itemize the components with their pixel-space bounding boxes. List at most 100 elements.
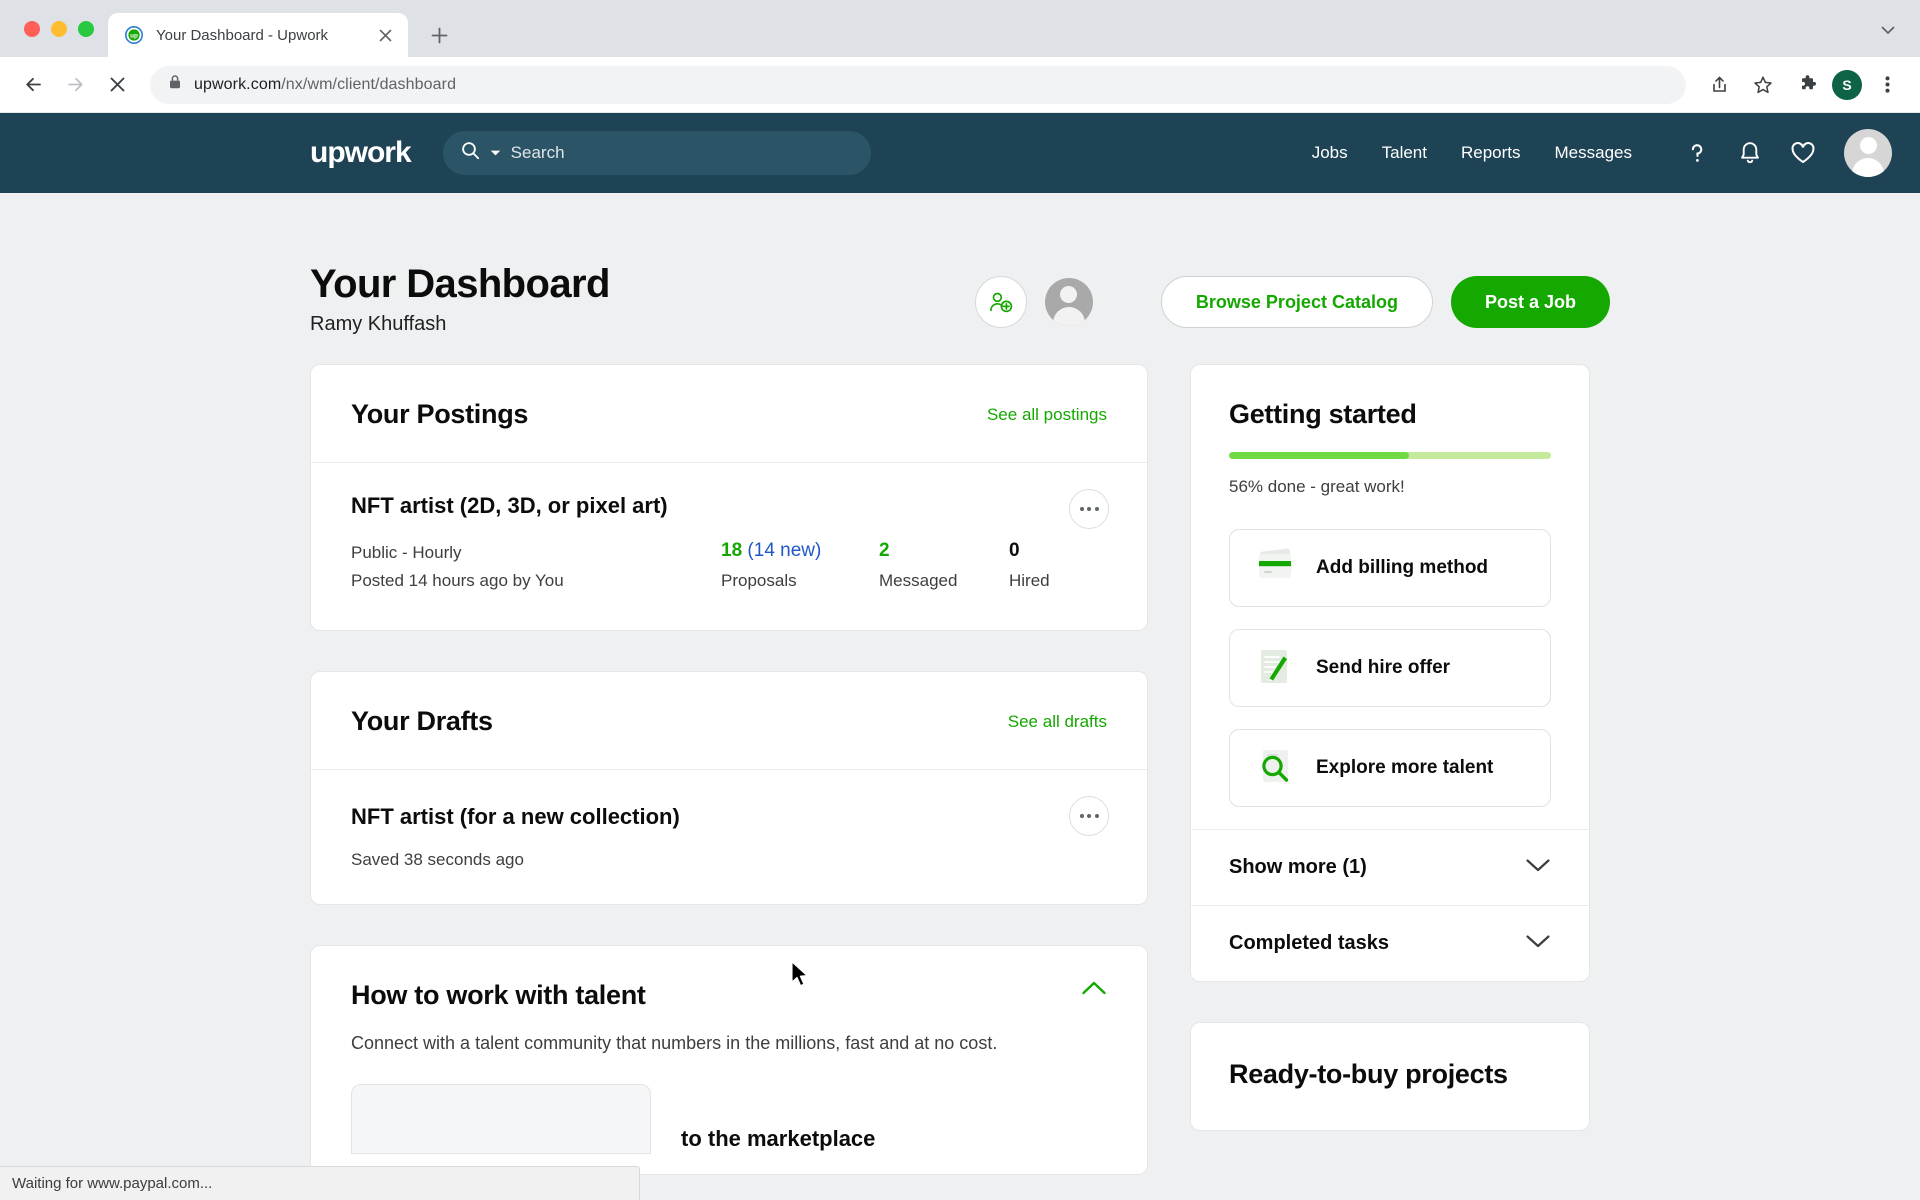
chevron-up-icon[interactable] xyxy=(1081,980,1107,1001)
nav-link-messages[interactable]: Messages xyxy=(1555,143,1632,163)
posting-body: Public - Hourly Posted 14 hours ago by Y… xyxy=(351,539,1107,594)
new-tab-button[interactable] xyxy=(422,18,456,52)
address-bar[interactable]: upwork.com/nx/wm/client/dashboard xyxy=(150,65,1686,104)
primary-nav-links: Jobs Talent Reports Messages xyxy=(1312,143,1632,163)
avatar[interactable] xyxy=(1044,278,1093,326)
posting-meta: Public - Hourly Posted 14 hours ago by Y… xyxy=(351,539,721,594)
minimize-window-button[interactable] xyxy=(51,20,67,37)
search-icon xyxy=(461,141,480,165)
stat-proposals[interactable]: 18 (14 new) Proposals xyxy=(721,539,879,591)
stat-proposals-label: Proposals xyxy=(721,570,797,590)
maximize-window-button[interactable] xyxy=(78,20,94,37)
task-add-billing-method[interactable]: Add billing method xyxy=(1229,529,1551,607)
posting-meta-posted: Posted 14 hours ago by You xyxy=(351,570,564,590)
your-drafts-header: Your Drafts See all drafts xyxy=(311,672,1147,771)
window-traffic-lights xyxy=(14,0,108,57)
see-all-postings-link[interactable]: See all postings xyxy=(987,405,1107,425)
task-send-hire-offer[interactable]: Send hire offer xyxy=(1229,629,1551,707)
kebab-menu-icon[interactable] xyxy=(1069,796,1109,837)
stat-hired-value: 0 xyxy=(1009,539,1050,563)
search-placeholder: Search xyxy=(510,143,565,162)
completed-tasks-row[interactable]: Completed tasks xyxy=(1191,905,1589,981)
magnifier-talent-icon xyxy=(1248,742,1306,794)
completed-tasks-label: Completed tasks xyxy=(1229,932,1390,954)
stat-proposals-new: (14 new) xyxy=(747,540,822,561)
stat-proposals-count: 18 xyxy=(721,540,743,561)
draft-row[interactable]: NFT artist (for a new collection) Saved … xyxy=(311,770,1147,904)
progress-bar-fill xyxy=(1229,452,1410,459)
browser-chrome: up Your Dashboard - Upwork upwork.com/nx… xyxy=(0,0,1920,113)
stat-messaged-value: 2 xyxy=(879,539,1009,563)
star-icon[interactable] xyxy=(1744,66,1782,104)
upwork-logo[interactable]: upwork xyxy=(310,136,412,170)
ready-to-buy-title: Ready-to-buy projects xyxy=(1229,1059,1508,1089)
offer-document-pen-icon xyxy=(1248,642,1306,694)
your-postings-title: Your Postings xyxy=(351,399,529,429)
upwork-navbar: upwork Search Jobs Talent Reports Messag… xyxy=(0,113,1920,193)
dashboard-header: Your Dashboard Ramy Khuffash Browse Proj… xyxy=(310,193,1610,364)
howto-header[interactable]: How to work with talent xyxy=(351,980,1107,1011)
header-actions: Browse Project Catalog Post a Job xyxy=(974,276,1610,336)
browse-project-catalog-button[interactable]: Browse Project Catalog xyxy=(1160,276,1433,328)
invite-person-icon[interactable] xyxy=(974,276,1027,328)
stat-hired-count: 0 xyxy=(1009,540,1020,561)
browser-profile-avatar[interactable]: S xyxy=(1832,69,1862,100)
nav-link-jobs[interactable]: Jobs xyxy=(1312,143,1348,163)
stop-x-icon[interactable] xyxy=(98,66,136,104)
help-icon[interactable] xyxy=(1684,140,1710,166)
back-arrow-icon[interactable] xyxy=(14,66,52,104)
main-column: Your Postings See all postings NFT artis… xyxy=(310,364,1148,1200)
stat-messaged-count: 2 xyxy=(879,540,890,561)
upwork-favicon: up xyxy=(124,25,144,45)
three-dot-menu-icon[interactable] xyxy=(1868,66,1906,104)
getting-started-title: Getting started xyxy=(1229,399,1417,429)
task-explore-more-talent[interactable]: Explore more talent xyxy=(1229,729,1551,807)
notifications-bell-icon[interactable] xyxy=(1738,140,1762,166)
caret-down-icon[interactable] xyxy=(490,144,501,162)
getting-started-body: Getting started 56% done - great work! xyxy=(1191,365,1589,507)
chevron-down-icon[interactable] xyxy=(1525,857,1551,878)
posting-row[interactable]: NFT artist (2D, 3D, or pixel art) Public… xyxy=(311,463,1147,630)
howto-tile-placeholder[interactable] xyxy=(351,1084,651,1155)
ready-to-buy-projects-card: Ready-to-buy projects xyxy=(1190,1022,1590,1131)
dashboard-columns: Your Postings See all postings NFT artis… xyxy=(310,364,1610,1200)
nav-icon-group xyxy=(1684,129,1892,177)
chevron-down-icon[interactable] xyxy=(1525,933,1551,954)
post-a-job-button[interactable]: Post a Job xyxy=(1450,276,1610,328)
posting-title[interactable]: NFT artist (2D, 3D, or pixel art) xyxy=(351,493,1107,519)
chevron-down-icon[interactable] xyxy=(1878,20,1898,45)
page-title: Your Dashboard xyxy=(310,262,610,306)
stat-messaged[interactable]: 2 Messaged xyxy=(879,539,1009,591)
howto-cut-off-text: to the marketplace xyxy=(681,1126,876,1152)
kebab-menu-icon[interactable] xyxy=(1069,489,1109,529)
dashboard-content: Your Dashboard Ramy Khuffash Browse Proj… xyxy=(0,193,1920,1200)
address-bar-url: upwork.com/nx/wm/client/dashboard xyxy=(194,76,456,94)
nav-link-reports[interactable]: Reports xyxy=(1461,143,1521,163)
saved-heart-icon[interactable] xyxy=(1790,141,1816,165)
task-label: Add billing method xyxy=(1316,557,1489,578)
draft-title[interactable]: NFT artist (for a new collection) xyxy=(351,804,1107,830)
browser-tab[interactable]: up Your Dashboard - Upwork xyxy=(108,13,408,57)
stat-hired[interactable]: 0 Hired xyxy=(1009,539,1050,591)
lock-icon xyxy=(168,74,182,95)
browser-tabstrip: up Your Dashboard - Upwork xyxy=(0,0,1920,57)
getting-started-task-list: Add billing method Send hire offer Explo… xyxy=(1191,507,1589,807)
see-all-drafts-link[interactable]: See all drafts xyxy=(1008,712,1107,732)
your-drafts-title: Your Drafts xyxy=(351,706,493,737)
posting-meta-type: Public - Hourly xyxy=(351,543,462,562)
howto-body: How to work with talent Connect with a t… xyxy=(311,946,1147,1174)
puzzle-icon[interactable] xyxy=(1788,66,1826,104)
page-subtitle: Ramy Khuffash xyxy=(310,313,447,335)
nav-link-talent[interactable]: Talent xyxy=(1382,143,1427,163)
url-host: upwork.com xyxy=(194,75,282,93)
user-avatar[interactable] xyxy=(1844,129,1892,177)
close-icon[interactable] xyxy=(374,24,396,46)
forward-arrow-icon[interactable] xyxy=(56,66,94,104)
task-label: Send hire offer xyxy=(1316,657,1451,678)
close-window-button[interactable] xyxy=(24,20,40,37)
search-input[interactable]: Search xyxy=(442,131,871,175)
svg-text:up: up xyxy=(130,33,138,40)
share-icon[interactable] xyxy=(1700,66,1738,104)
show-more-row[interactable]: Show more (1) xyxy=(1191,829,1589,905)
your-drafts-card: Your Drafts See all drafts NFT artist (f… xyxy=(310,671,1148,906)
